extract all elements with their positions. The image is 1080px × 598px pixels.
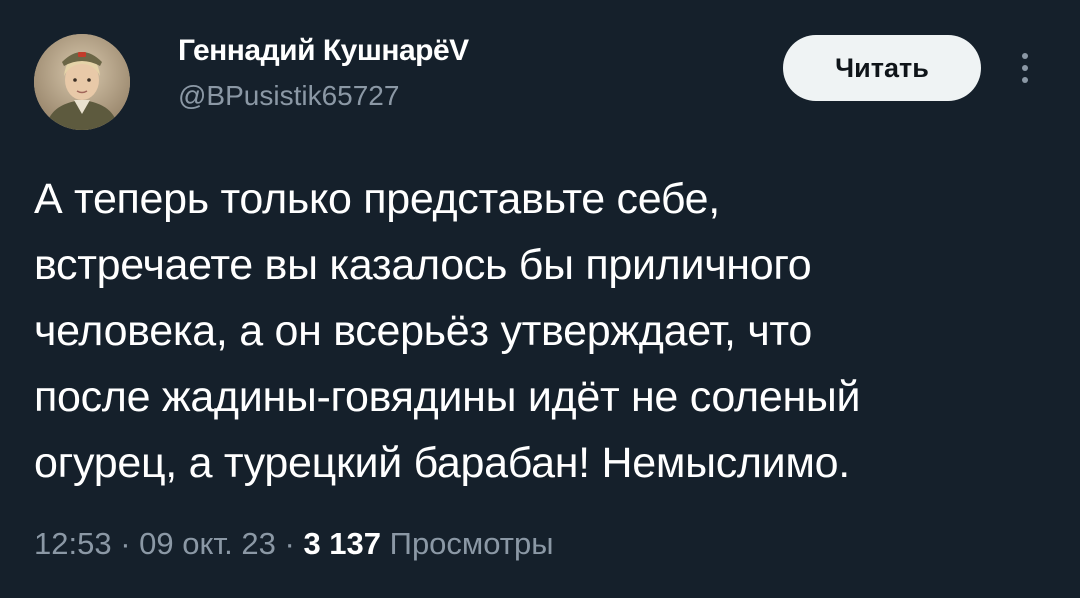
tweet-card: Геннадий КушнарёV @BPusistik65727 Читать… (0, 0, 1080, 598)
author-handle[interactable]: @BPusistik65727 (178, 80, 399, 112)
tweet-text-line: человека, а он всерьёз утверждает, что (34, 307, 812, 355)
tweet-time[interactable]: 12:53 (34, 526, 112, 561)
meta-separator: · (120, 526, 131, 561)
tweet-text-line: после жадины-говядины идёт не соленый (34, 373, 861, 421)
tweet-date[interactable]: 09 окт. 23 (139, 526, 276, 561)
avatar[interactable] (34, 34, 130, 130)
tweet-text-line: встречаете вы казалось бы приличного (34, 241, 812, 289)
avatar-photo-icon (34, 34, 130, 130)
author-display-name[interactable]: Геннадий КушнарёV (178, 34, 469, 68)
tweet-text: А теперь только представьте себе, встреч… (34, 166, 1044, 496)
tweet-text-line: А теперь только представьте себе, (34, 175, 720, 223)
more-options-icon[interactable] (1010, 48, 1040, 88)
views-count: 3 137 (303, 526, 382, 561)
tweet-meta: 12:53 · 09 окт. 23 · 3 137 Просмотры (34, 526, 554, 562)
meta-separator: · (284, 526, 295, 561)
tweet-text-line: огурец, а турецкий барабан! Немыслимо. (34, 439, 850, 487)
follow-button[interactable]: Читать (783, 35, 981, 101)
views-label: Просмотры (389, 526, 554, 561)
